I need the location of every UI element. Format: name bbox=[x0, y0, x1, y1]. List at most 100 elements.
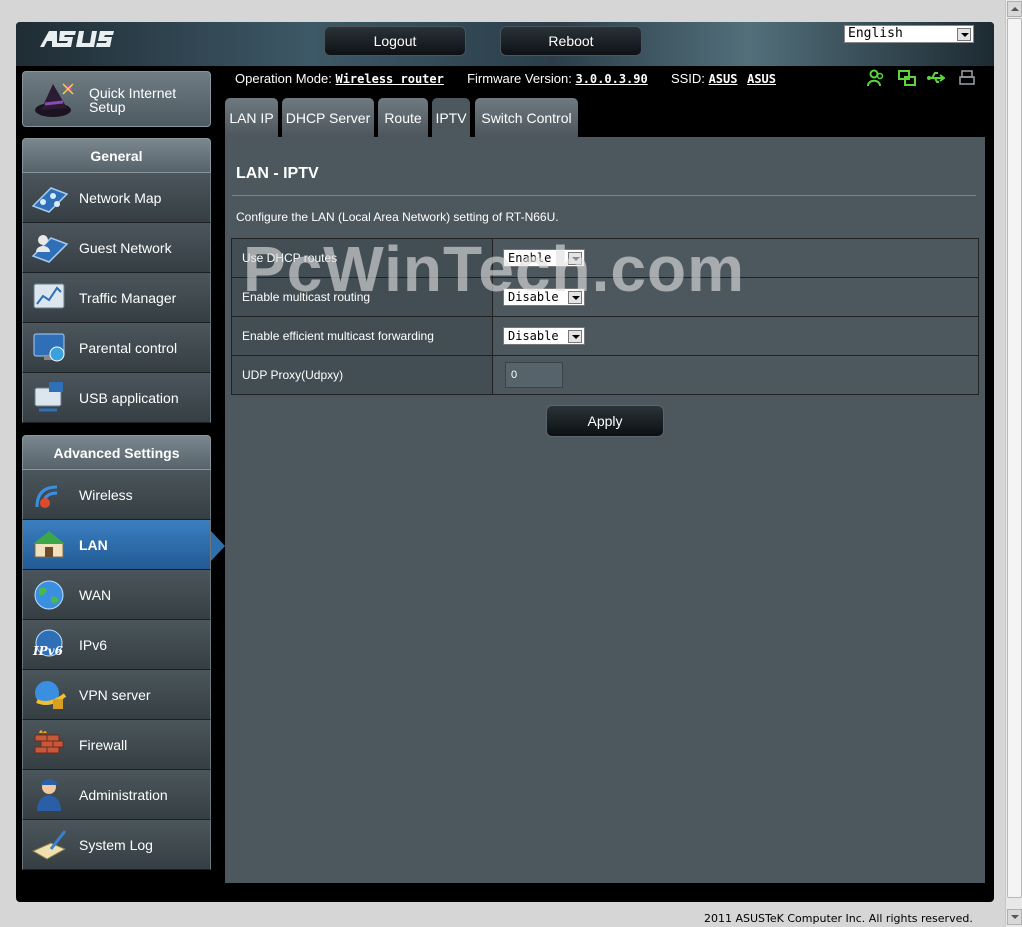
firmware-link[interactable]: 3.0.0.3.90 bbox=[575, 72, 647, 86]
select-value: Disable bbox=[508, 290, 559, 304]
usb-icon[interactable] bbox=[927, 69, 945, 87]
select-value: Enable bbox=[508, 251, 552, 265]
lan-icon bbox=[33, 530, 65, 557]
table-row: Enable multicast routing Disable bbox=[231, 277, 979, 317]
menu-item-ipv6[interactable]: IPv6 IPv6 bbox=[22, 620, 211, 670]
system-log-icon bbox=[31, 829, 67, 860]
menu-item-administration[interactable]: Administration bbox=[22, 770, 211, 820]
wizard-hat-icon bbox=[35, 83, 74, 117]
scroll-up-arrow-icon[interactable] bbox=[1007, 1, 1022, 17]
copyright-footer: 2011 ASUSTeK Computer Inc. All rights re… bbox=[704, 912, 973, 925]
network-icon[interactable] bbox=[898, 69, 916, 87]
setting-label: Use DHCP routes bbox=[231, 238, 493, 278]
menu-item-network-map[interactable]: Network Map bbox=[22, 173, 211, 223]
asus-logo bbox=[40, 29, 114, 55]
menu-item-firewall[interactable]: Firewall bbox=[22, 720, 211, 770]
scroll-down-arrow-icon[interactable] bbox=[1007, 909, 1022, 925]
setting-control: Disable bbox=[492, 316, 979, 356]
menu-item-traffic-manager[interactable]: Traffic Manager bbox=[22, 273, 211, 323]
apply-button[interactable]: Apply bbox=[546, 405, 664, 437]
scroll-thumb[interactable] bbox=[1007, 18, 1022, 898]
use-dhcp-routes-select[interactable]: Enable bbox=[503, 249, 585, 267]
menu-item-lan[interactable]: LAN bbox=[22, 520, 211, 570]
menu-item-label: Administration bbox=[79, 786, 168, 803]
menu-item-label: Parental control bbox=[79, 339, 178, 356]
menu-item-vpn-server[interactable]: VPN server bbox=[22, 670, 211, 720]
table-row: UDP Proxy(Udpxy) 0 bbox=[231, 355, 979, 395]
title-divider bbox=[232, 195, 976, 196]
firmware-label: Firmware Version: bbox=[467, 71, 572, 86]
general-heading: General bbox=[22, 138, 211, 173]
ssid-label: SSID: bbox=[670, 71, 705, 86]
firewall-icon bbox=[34, 729, 64, 753]
wan-globe-icon bbox=[34, 580, 64, 609]
chevron-down-icon bbox=[568, 291, 582, 304]
tab-dhcp-server[interactable]: DHCP Server bbox=[282, 98, 374, 137]
clients-icon[interactable] bbox=[867, 69, 885, 87]
page-description: Configure the LAN (Local Area Network) s… bbox=[236, 210, 559, 224]
language-select[interactable]: English bbox=[844, 25, 974, 43]
reboot-button[interactable]: Reboot bbox=[500, 26, 642, 56]
menu-item-label: Network Map bbox=[79, 189, 162, 206]
table-row: Enable efficient multicast forwarding Di… bbox=[231, 316, 979, 356]
traffic-manager-icon bbox=[33, 283, 65, 308]
menu-item-parental-control[interactable]: Parental control bbox=[22, 323, 211, 373]
setting-control: Enable bbox=[492, 238, 979, 278]
menu-item-label: WAN bbox=[79, 586, 112, 603]
administration-icon bbox=[37, 778, 61, 811]
parental-control-icon bbox=[33, 333, 65, 361]
language-value: English bbox=[848, 26, 903, 41]
menu-item-usb-application[interactable]: USB application bbox=[22, 373, 211, 423]
select-value: Disable bbox=[508, 329, 559, 343]
setting-label: UDP Proxy(Udpxy) bbox=[231, 355, 493, 395]
menu-item-label: System Log bbox=[79, 836, 153, 853]
menu-item-label: USB application bbox=[79, 389, 179, 406]
ssid-link-2[interactable]: ASUS bbox=[747, 72, 776, 86]
udp-proxy-input[interactable]: 0 bbox=[505, 362, 563, 388]
setting-control: 0 bbox=[492, 355, 979, 395]
printer-icon[interactable] bbox=[958, 69, 976, 87]
vpn-server-icon bbox=[35, 680, 67, 709]
menu-item-label: VPN server bbox=[79, 686, 151, 703]
tab-iptv[interactable]: IPTV bbox=[432, 98, 470, 137]
menu-item-label: Guest Network bbox=[79, 239, 172, 256]
menu-item-label: Wireless bbox=[79, 486, 133, 503]
tab-switch-control[interactable]: Switch Control bbox=[475, 98, 578, 137]
tab-route[interactable]: Route bbox=[378, 98, 428, 137]
chevron-down-icon bbox=[568, 252, 582, 265]
active-menu-indicator bbox=[211, 531, 225, 561]
usb-application-icon bbox=[34, 381, 63, 411]
chevron-down-icon bbox=[957, 28, 971, 41]
efficient-multicast-forwarding-select[interactable]: Disable bbox=[503, 327, 585, 345]
menu-item-guest-network[interactable]: Guest Network bbox=[22, 223, 211, 273]
setting-label: Enable multicast routing bbox=[231, 277, 493, 317]
guest-network-icon bbox=[31, 234, 69, 263]
menu-item-system-log[interactable]: System Log bbox=[22, 820, 211, 870]
wireless-icon bbox=[35, 485, 58, 508]
menu-item-label: Firewall bbox=[79, 736, 128, 753]
status-line: Operation Mode: Wireless router Firmware… bbox=[235, 71, 776, 86]
page-title: LAN - IPTV bbox=[236, 165, 319, 182]
setting-control: Disable bbox=[492, 277, 979, 317]
chevron-down-icon bbox=[568, 330, 582, 343]
ssid-link-1[interactable]: ASUS bbox=[709, 72, 738, 86]
logout-button[interactable]: Logout bbox=[324, 26, 466, 56]
vertical-scrollbar[interactable] bbox=[1005, 0, 1022, 927]
asus-logo-mark bbox=[40, 31, 114, 47]
menu-item-label: LAN bbox=[79, 536, 108, 553]
multicast-routing-select[interactable]: Disable bbox=[503, 288, 585, 306]
quick-internet-setup-label: Quick Internet Setup bbox=[89, 85, 177, 115]
op-mode-link[interactable]: Wireless router bbox=[335, 72, 443, 86]
quick-internet-setup-button[interactable]: Quick Internet Setup bbox=[22, 71, 211, 127]
menu-item-wan[interactable]: WAN bbox=[22, 570, 211, 620]
tab-lan-ip[interactable]: LAN IP bbox=[225, 98, 278, 137]
ipv6-icon: IPv6 bbox=[32, 629, 64, 658]
menu-item-label: Traffic Manager bbox=[79, 289, 177, 306]
advanced-settings-heading: Advanced Settings bbox=[22, 435, 211, 470]
svg-text:IPv6: IPv6 bbox=[32, 644, 64, 658]
op-mode-label: Operation Mode: bbox=[235, 71, 332, 86]
iptv-settings-table: Use DHCP routes Enable Enable multicast … bbox=[231, 238, 979, 395]
menu-item-label: IPv6 bbox=[79, 636, 108, 653]
setting-label: Enable efficient multicast forwarding bbox=[231, 316, 493, 356]
menu-item-wireless[interactable]: Wireless bbox=[22, 470, 211, 520]
